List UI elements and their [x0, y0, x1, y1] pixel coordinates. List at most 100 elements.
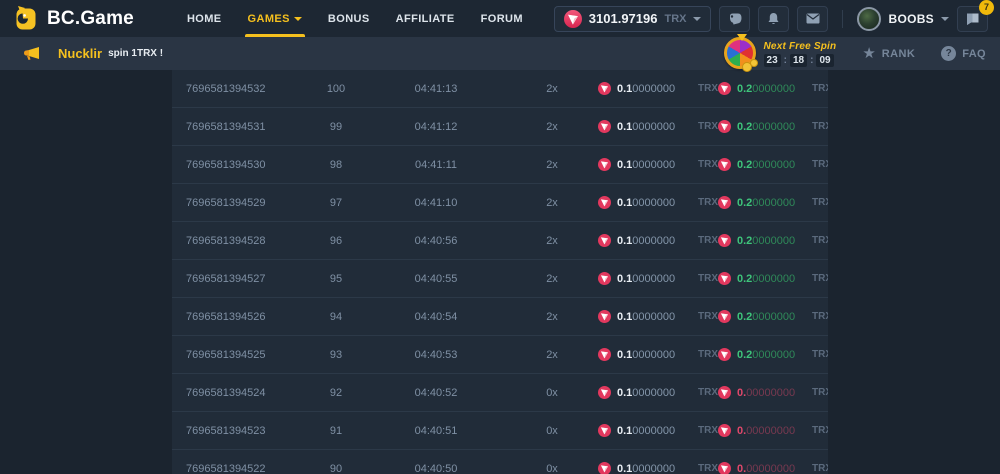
- chevron-down-icon: [941, 17, 949, 21]
- trx-coin-icon: [598, 82, 611, 95]
- payout-currency: TRX: [812, 425, 828, 436]
- table-row[interactable]: 7696581394532 100 04:41:13 2x 0.10000000…: [172, 70, 828, 108]
- trx-coin-icon: [718, 82, 731, 95]
- bet-amount: 0.10000000 TRX: [598, 82, 718, 95]
- table-row[interactable]: 7696581394523 91 04:40:51 0x 0.10000000 …: [172, 412, 828, 450]
- nav-bonus[interactable]: BONUS: [315, 0, 383, 37]
- bet-number: 99: [306, 121, 366, 133]
- bet-id: 7696581394529: [186, 197, 306, 209]
- subbar-right: Next Free Spin 23 : 18 : 09 ★ RANK ? FAQ: [724, 35, 986, 73]
- announcement[interactable]: Nucklir spin 1TRX !: [22, 46, 163, 62]
- table-row[interactable]: 7696581394525 93 04:40:53 2x 0.10000000 …: [172, 336, 828, 374]
- bet-time: 04:40:55: [366, 273, 506, 285]
- amount-currency: TRX: [698, 83, 718, 94]
- amount-currency: TRX: [698, 463, 718, 474]
- table-row[interactable]: 7696581394524 92 04:40:52 0x 0.10000000 …: [172, 374, 828, 412]
- mail-button[interactable]: [797, 6, 828, 32]
- countdown-hours: 23: [764, 54, 781, 67]
- bet-multiplier: 2x: [506, 311, 598, 323]
- bet-time: 04:41:13: [366, 83, 506, 95]
- payout-currency: TRX: [812, 197, 828, 208]
- trx-coin-icon: [718, 386, 731, 399]
- amount-value: 0.10000000: [617, 463, 675, 474]
- countdown-seconds: 09: [816, 54, 833, 67]
- bet-number: 96: [306, 235, 366, 247]
- trx-coin-icon: [598, 310, 611, 323]
- free-spin-label: Next Free Spin: [764, 41, 837, 52]
- payout-value: 0.00000000: [737, 387, 795, 399]
- table-row[interactable]: 7696581394530 98 04:41:11 2x 0.10000000 …: [172, 146, 828, 184]
- bet-payout: 0.20000000 TRX: [718, 158, 828, 171]
- bet-multiplier: 2x: [506, 235, 598, 247]
- bet-multiplier: 2x: [506, 349, 598, 361]
- table-row[interactable]: 7696581394529 97 04:41:10 2x 0.10000000 …: [172, 184, 828, 222]
- bet-amount: 0.10000000 TRX: [598, 462, 718, 474]
- bet-payout: 0.00000000 TRX: [718, 424, 828, 437]
- user-menu[interactable]: BOOBS: [857, 7, 949, 31]
- announcement-subtitle: spin 1TRX !: [108, 48, 163, 59]
- bet-payout: 0.20000000 TRX: [718, 196, 828, 209]
- payout-value: 0.20000000: [737, 83, 795, 95]
- main-nav: HOME GAMES BONUS AFFILIATE FORUM: [174, 0, 536, 37]
- amount-value: 0.10000000: [617, 311, 675, 323]
- balance-currency: TRX: [664, 13, 686, 25]
- chat-button[interactable]: 7: [957, 6, 988, 32]
- table-row[interactable]: 7696581394527 95 04:40:55 2x 0.10000000 …: [172, 260, 828, 298]
- vault-button[interactable]: [719, 6, 750, 32]
- payout-value: 0.20000000: [737, 273, 795, 285]
- main-content: 7696581394532 100 04:41:13 2x 0.10000000…: [0, 70, 1000, 474]
- amount-value: 0.10000000: [617, 197, 675, 209]
- trx-coin-icon: [718, 310, 731, 323]
- table-row[interactable]: 7696581394526 94 04:40:54 2x 0.10000000 …: [172, 298, 828, 336]
- balance-selector[interactable]: 3101.97196 TRX: [554, 6, 712, 32]
- avatar: [857, 7, 881, 31]
- faq-link[interactable]: ? FAQ: [941, 46, 986, 61]
- trx-coin-icon: [598, 462, 611, 474]
- bet-payout: 0.20000000 TRX: [718, 310, 828, 323]
- bell-icon: [767, 12, 780, 26]
- amount-value: 0.10000000: [617, 273, 675, 285]
- payout-value: 0.20000000: [737, 197, 795, 209]
- bet-id: 7696581394532: [186, 83, 306, 95]
- bet-payout: 0.20000000 TRX: [718, 348, 828, 361]
- logo[interactable]: BC.Game: [14, 0, 134, 37]
- bet-multiplier: 2x: [506, 121, 598, 133]
- nav-forum[interactable]: FORUM: [468, 0, 536, 37]
- table-row[interactable]: 7696581394528 96 04:40:56 2x 0.10000000 …: [172, 222, 828, 260]
- payout-currency: TRX: [812, 83, 828, 94]
- vault-icon: [727, 12, 743, 26]
- bet-id: 7696581394525: [186, 349, 306, 361]
- payout-currency: TRX: [812, 387, 828, 398]
- bet-id: 7696581394530: [186, 159, 306, 171]
- trx-coin-icon: [718, 424, 731, 437]
- header-divider: [842, 10, 843, 28]
- trx-coin-icon: [718, 196, 731, 209]
- free-spin-widget[interactable]: Next Free Spin 23 : 18 : 09: [724, 35, 837, 73]
- bet-id: 7696581394526: [186, 311, 306, 323]
- notifications-button[interactable]: [758, 6, 789, 32]
- nav-affiliate[interactable]: AFFILIATE: [383, 0, 468, 37]
- bet-time: 04:40:56: [366, 235, 506, 247]
- nav-games[interactable]: GAMES: [235, 0, 315, 37]
- star-icon: ★: [862, 46, 875, 61]
- bet-time: 04:41:12: [366, 121, 506, 133]
- trx-coin-icon: [718, 272, 731, 285]
- bet-amount: 0.10000000 TRX: [598, 272, 718, 285]
- bet-number: 100: [306, 83, 366, 95]
- nav-home[interactable]: HOME: [174, 0, 235, 37]
- free-spin-countdown: 23 : 18 : 09: [764, 54, 837, 67]
- rank-link[interactable]: ★ RANK: [862, 46, 915, 61]
- bet-amount: 0.10000000 TRX: [598, 196, 718, 209]
- trx-coin-icon: [718, 158, 731, 171]
- bet-time: 04:40:54: [366, 311, 506, 323]
- bet-number: 95: [306, 273, 366, 285]
- amount-value: 0.10000000: [617, 387, 675, 399]
- amount-value: 0.10000000: [617, 159, 675, 171]
- trx-coin-icon: [598, 196, 611, 209]
- bet-id: 7696581394531: [186, 121, 306, 133]
- amount-currency: TRX: [698, 121, 718, 132]
- payout-currency: TRX: [812, 235, 828, 246]
- table-row[interactable]: 7696581394531 99 04:41:12 2x 0.10000000 …: [172, 108, 828, 146]
- bet-amount: 0.10000000 TRX: [598, 158, 718, 171]
- table-row[interactable]: 7696581394522 90 04:40:50 0x 0.10000000 …: [172, 450, 828, 474]
